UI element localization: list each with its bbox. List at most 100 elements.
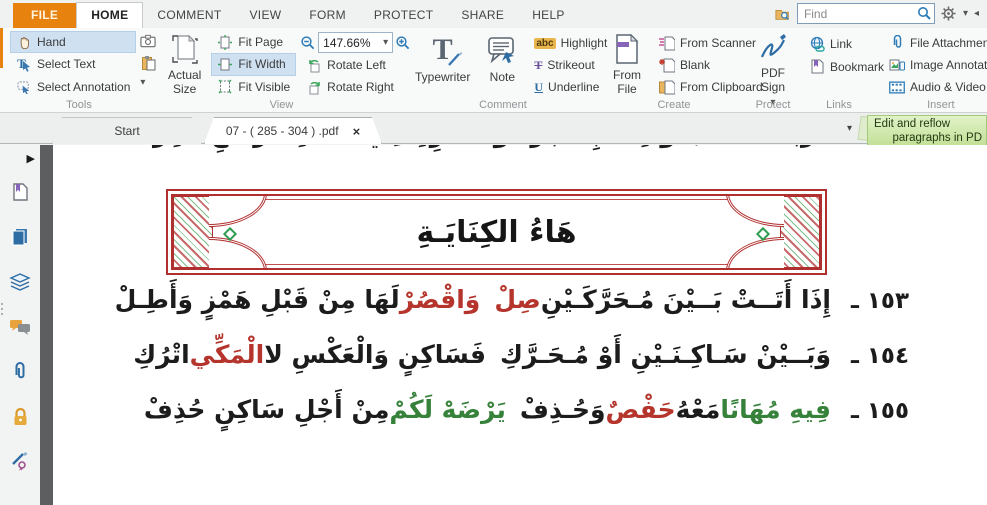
- hemistich-right: أَرْبَعَـةٌ نَصْبٌ وَسِتٌّ بِـالْجَرِّ: [523, 145, 831, 148]
- verse-segment: فِيهِ مُهَانًا: [720, 395, 831, 424]
- frame-ornament-right: [780, 196, 820, 268]
- fit-width-button[interactable]: Fit Width: [211, 53, 296, 75]
- group-comment-label: Comment: [405, 99, 601, 111]
- actual-size-label: Actual Size: [168, 69, 201, 97]
- bookmark-page-icon: [11, 182, 29, 202]
- image-annotation-label: Image Annotat: [910, 58, 987, 72]
- sidebar-signature-button[interactable]: [3, 439, 37, 484]
- verse-row: ١٥٣ ـ إِذَا أَتَــتْ بَــيْنَ مُـحَرَّكَ…: [53, 285, 987, 340]
- sidebar-pages-button[interactable]: [3, 214, 37, 259]
- tab-file[interactable]: FILE: [13, 3, 76, 28]
- doc-tab-document-label: 07 - ( 285 - 304 ) .pdf: [226, 124, 339, 138]
- from-file-icon: [611, 33, 643, 65]
- fit-page-button[interactable]: Fit Page: [211, 31, 296, 53]
- group-protect-label: Protect: [747, 99, 799, 111]
- collapse-toolbar-chevron-left-icon[interactable]: ◂: [974, 8, 979, 19]
- verse-segment: اتْرُكِ: [133, 340, 189, 369]
- clipboard-caret-down-icon[interactable]: ▾: [140, 77, 156, 88]
- tab-protect[interactable]: PROTECT: [360, 3, 447, 28]
- image-annotation-icon: [889, 57, 905, 73]
- gear-icon[interactable]: [941, 6, 957, 22]
- select-annotation-button[interactable]: Select Annotation: [10, 76, 136, 98]
- sidebar-layers-button[interactable]: [3, 259, 37, 304]
- pdf-sign-button[interactable]: PDF Sign ▾: [751, 31, 795, 98]
- search-icon[interactable]: [917, 6, 932, 21]
- verse-number: ١٥٣ ـ: [831, 288, 909, 314]
- tab-help[interactable]: HELP: [518, 3, 579, 28]
- group-insert-label: Insert: [879, 99, 987, 111]
- audio-video-label: Audio & Video: [910, 80, 986, 94]
- group-view-label: View: [158, 99, 405, 111]
- find-zone: ▾ ◂: [775, 3, 979, 24]
- hand-tool-button[interactable]: Hand: [10, 31, 136, 53]
- find-box: [797, 3, 935, 24]
- actual-size-button[interactable]: Actual Size: [162, 31, 207, 98]
- expand-panel-button[interactable]: ▶: [3, 147, 37, 169]
- tab-comment[interactable]: COMMENT: [143, 3, 235, 28]
- find-input[interactable]: [797, 3, 935, 24]
- doc-tab-document[interactable]: 07 - ( 285 - 304 ) .pdf ×: [204, 117, 382, 144]
- rotate-right-button[interactable]: Rotate Right: [300, 76, 411, 98]
- audio-video-button[interactable]: Audio & Video: [883, 76, 987, 98]
- folder-search-icon[interactable]: [775, 6, 791, 22]
- file-attachment-button[interactable]: File Attachment: [883, 32, 987, 54]
- panel-splitter-dots[interactable]: [1, 303, 3, 315]
- verse-number: ١٥٤ ـ: [831, 343, 909, 369]
- bookmark-button[interactable]: Bookmark: [803, 55, 890, 78]
- zoom-out-icon[interactable]: [300, 35, 316, 51]
- close-tab-icon[interactable]: ×: [353, 124, 361, 139]
- note-icon: [486, 33, 518, 67]
- strikeout-icon: T: [534, 58, 542, 73]
- sidebar-bookmarks-button[interactable]: [3, 169, 37, 214]
- typewriter-button[interactable]: T Typewriter: [409, 31, 476, 98]
- link-button[interactable]: Link: [803, 32, 890, 55]
- verse-segment: وَحُـذِفْ: [520, 395, 606, 424]
- select-annotation-label: Select Annotation: [37, 80, 130, 94]
- doc-tab-start[interactable]: Start: [52, 117, 202, 144]
- tab-view[interactable]: VIEW: [236, 3, 296, 28]
- verse-number: ١٥٢ ـ: [831, 145, 909, 148]
- image-annotation-button[interactable]: Image Annotat: [883, 54, 987, 76]
- bookmark-icon: [809, 59, 825, 75]
- sidebar-attachments-button[interactable]: [3, 349, 37, 394]
- verse-segment: فَسَاكِنٍ وَالْعَكْسِ لا: [264, 340, 486, 369]
- from-file-label: From File: [611, 69, 643, 97]
- fit-visible-label: Fit Visible: [238, 80, 290, 94]
- sidebar-security-button[interactable]: [3, 394, 37, 439]
- gear-caret-down-icon[interactable]: ▾: [963, 8, 968, 19]
- select-text-icon: T: [16, 56, 32, 72]
- group-create-label: Create: [601, 99, 747, 111]
- rotate-left-icon: [306, 57, 322, 73]
- verse-row: ١٥٢ ـ أَرْبَعَـةٌ نَصْبٌ وَسِتٌّ بِـالْج…: [53, 145, 987, 167]
- pdf-sign-icon: [757, 33, 789, 63]
- fit-visible-button[interactable]: Fit Visible: [211, 76, 296, 98]
- file-attachment-icon: [889, 35, 905, 51]
- note-button[interactable]: Note: [480, 31, 524, 98]
- tab-form[interactable]: FORM: [295, 3, 360, 28]
- clipboard-paste-icon[interactable]: [140, 55, 156, 71]
- snapshot-camera-icon[interactable]: [140, 33, 156, 49]
- hemistich-right: فِيهِ مُهَانًا مَعْهُ حَفْصٌ وَحُـذِفْ: [520, 395, 831, 424]
- from-scanner-label: From Scanner: [680, 36, 756, 50]
- tab-list-caret-down-icon[interactable]: ▾: [847, 123, 852, 134]
- zoom-level-combobox[interactable]: 147.66% ▾: [318, 32, 393, 53]
- from-file-button[interactable]: From File: [605, 31, 649, 98]
- lock-icon: [12, 407, 29, 427]
- fit-width-icon: [217, 56, 233, 72]
- tab-share[interactable]: SHARE: [447, 3, 518, 28]
- fit-visible-icon: [217, 79, 233, 95]
- rotate-left-button[interactable]: Rotate Left: [300, 54, 411, 76]
- hemistich-left: يَرْضَهْ لَكُمْ مِنْ أَجْلِ سَاكِنٍ حُذِ…: [144, 395, 506, 424]
- group-comment: T Typewriter Note abc Highlight T Strike: [405, 28, 601, 112]
- page-thumbnails-icon: [10, 227, 30, 247]
- sidebar-comments-button[interactable]: [3, 304, 37, 349]
- verse-segment: لَهَا مِنْ قَبْلِ هَمْزٍ وَأَطِـلْ: [115, 285, 400, 314]
- link-label: Link: [830, 37, 852, 51]
- verse-segment: أَرْبَعَـةٌ نَصْبٌ وَسِتٌّ بِـالْجَرِّ: [530, 145, 824, 148]
- select-text-button[interactable]: T Select Text: [10, 53, 136, 75]
- verse-segment: مَعْهُ: [676, 395, 721, 424]
- underline-label: Underline: [548, 80, 599, 94]
- typewriter-label: Typewriter: [415, 71, 470, 85]
- tab-home[interactable]: HOME: [76, 2, 143, 28]
- section-title-frame: هَاءُ الكِنَايَـةِ: [166, 189, 827, 275]
